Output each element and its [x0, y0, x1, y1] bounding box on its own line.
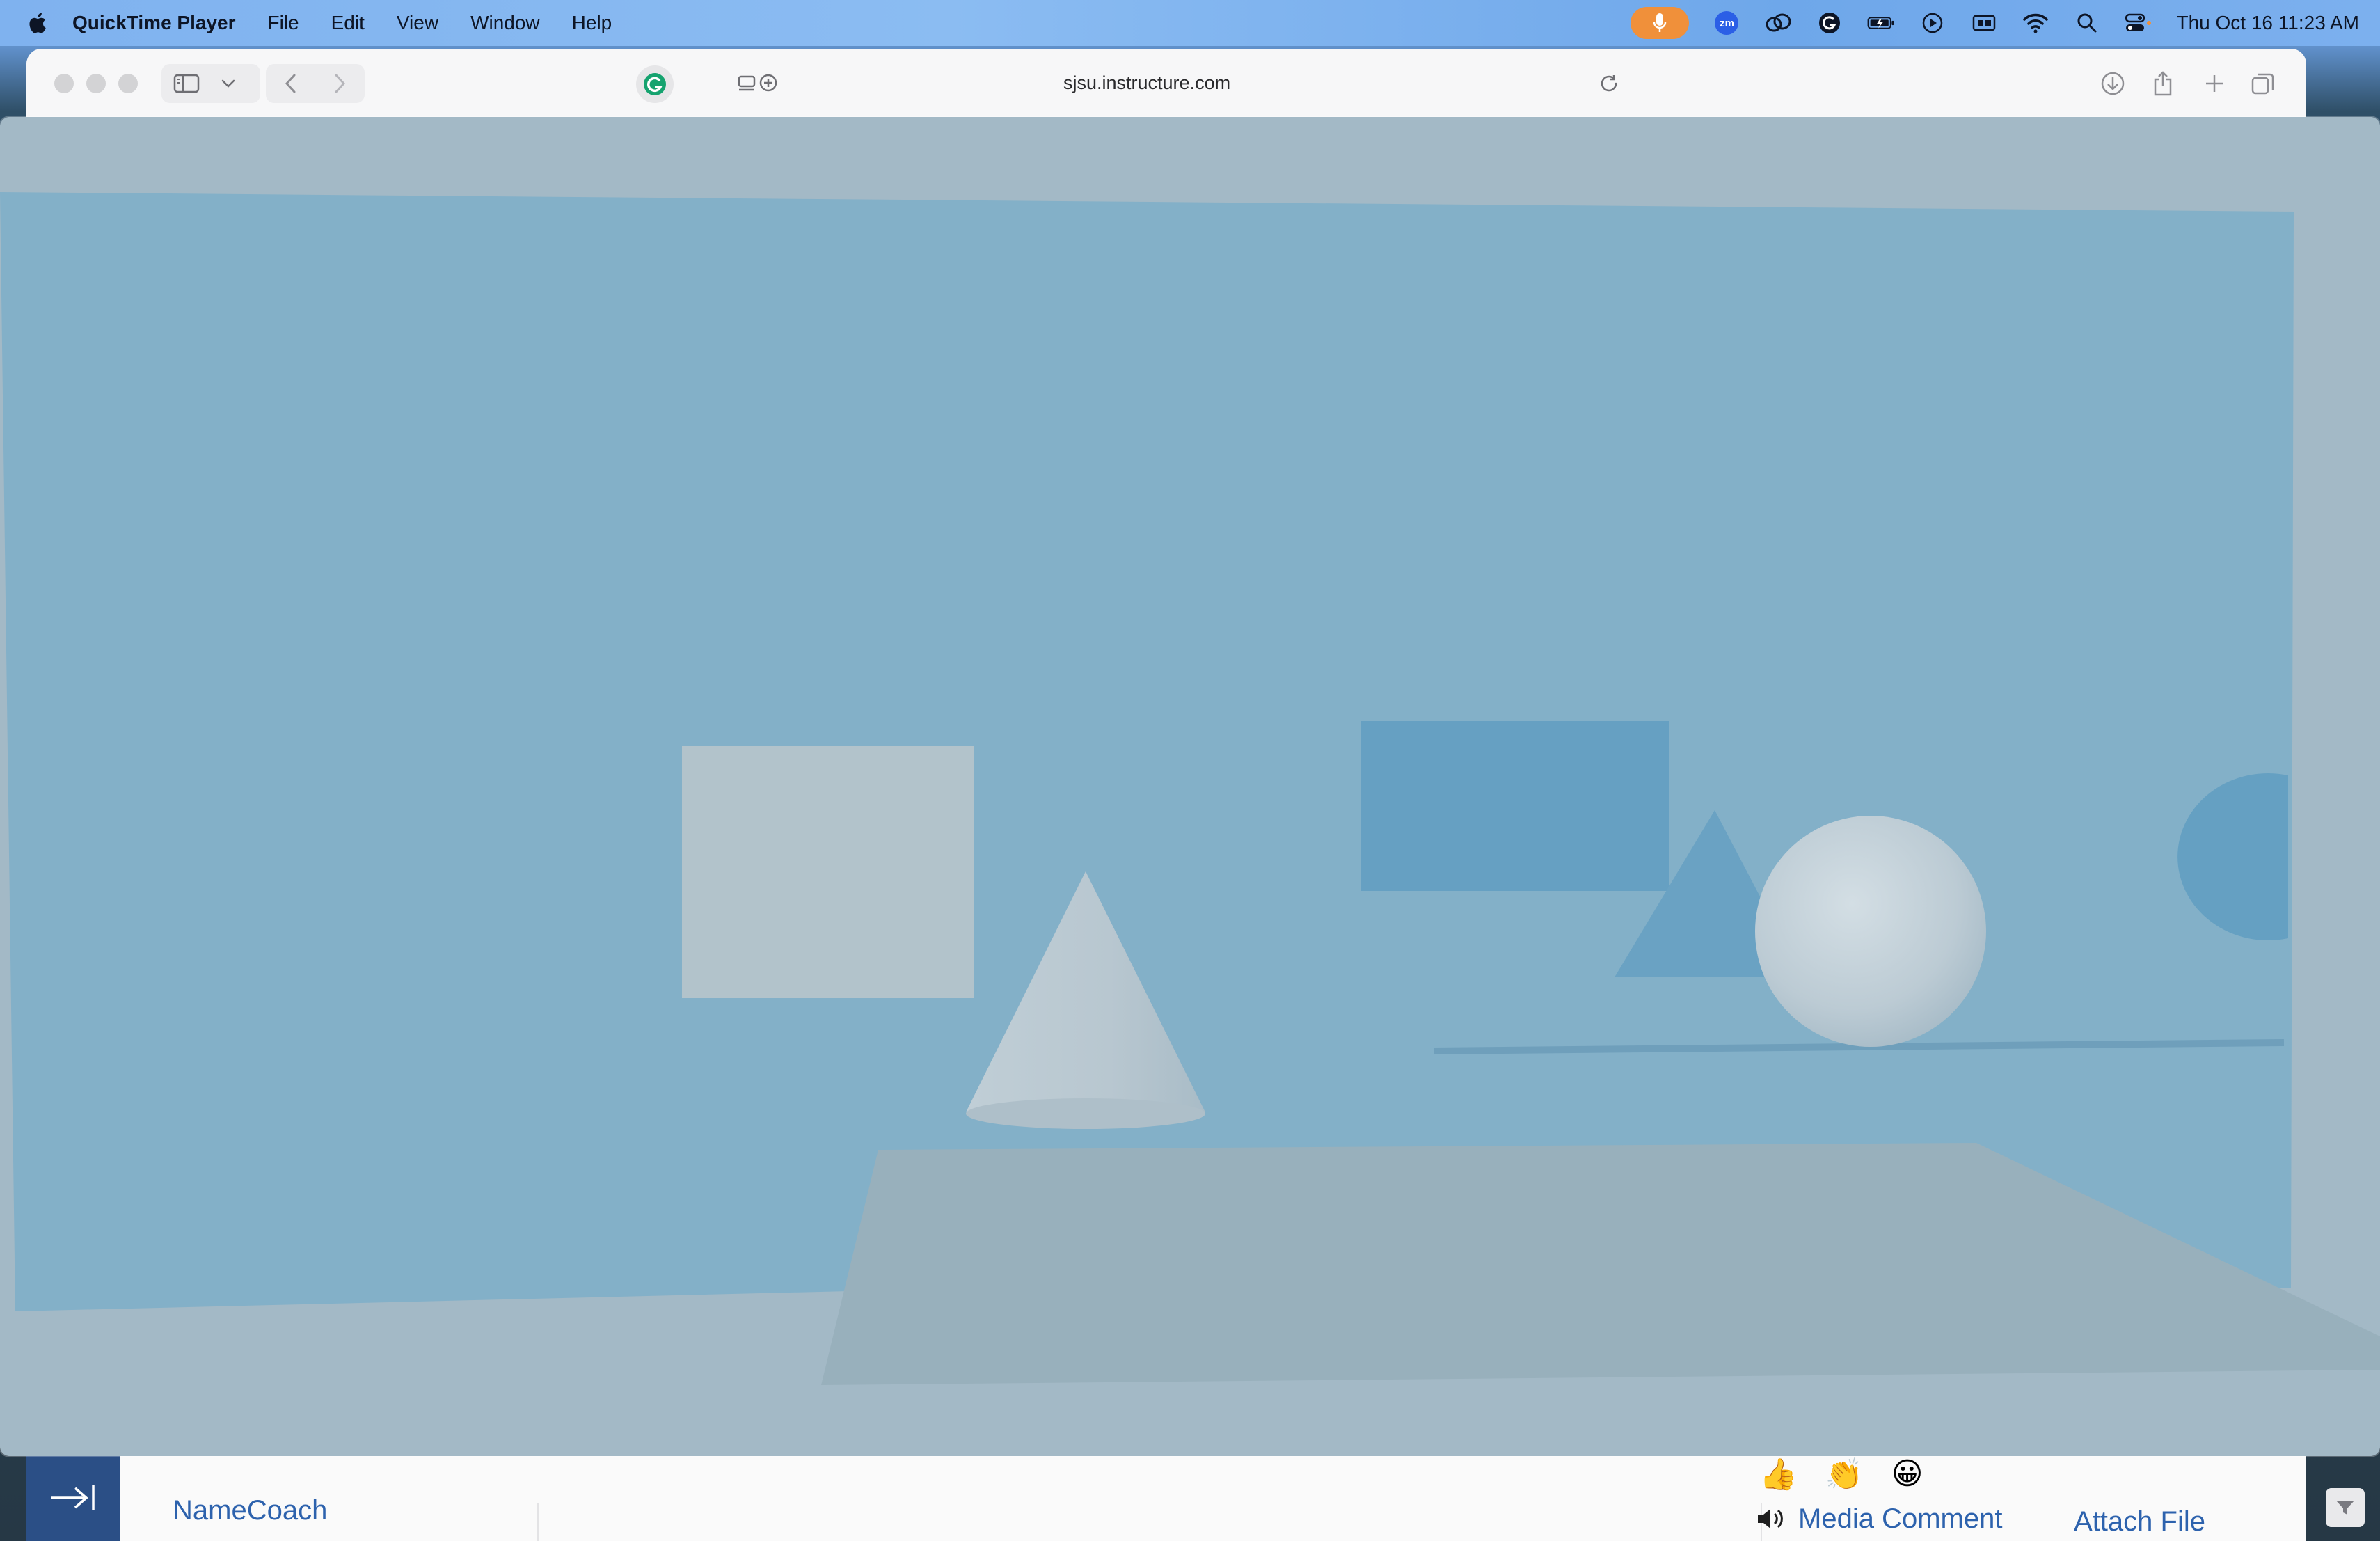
forward-icon[interactable] [326, 71, 354, 96]
browser-toolbar: sjsu.instructure.com [26, 49, 2306, 119]
zoom-icon[interactable]: zm [1713, 9, 1740, 37]
speaker-icon [1755, 1506, 1786, 1535]
square-shape [682, 746, 974, 998]
status-area: zm Thu Oct 16 11:23 AM [1631, 0, 2359, 46]
grammarly-icon[interactable] [1816, 9, 1843, 37]
filter-icon [2336, 1501, 2354, 1515]
control-center-icon[interactable] [2125, 9, 2152, 37]
chevron-down-icon[interactable] [214, 74, 242, 93]
search-icon[interactable] [2073, 9, 2101, 37]
display-icon[interactable] [1970, 9, 1998, 37]
app-menu-quicktime[interactable]: QuickTime Player [72, 12, 236, 34]
back-icon[interactable] [277, 71, 305, 96]
column-divider [537, 1503, 539, 1541]
clap-reaction[interactable]: 👏 [1825, 1456, 1864, 1492]
battery-charging-icon[interactable] [1867, 9, 1895, 37]
collapse-right-icon [51, 1485, 95, 1510]
close-window-button[interactable] [54, 74, 74, 93]
rectangle-shape [1361, 721, 1669, 891]
play-circle-icon[interactable] [1919, 9, 1946, 37]
apple-logo-icon[interactable] [26, 11, 47, 35]
grammarly-icon[interactable] [636, 65, 674, 103]
reader-icon[interactable] [733, 71, 786, 96]
menu-view[interactable]: View [397, 12, 438, 34]
tab-overview-icon[interactable] [2248, 70, 2278, 97]
wifi-icon[interactable] [2022, 9, 2049, 37]
menu-file[interactable]: File [268, 12, 299, 34]
microphone-icon[interactable] [1631, 7, 1690, 39]
creative-cloud-icon[interactable] [1764, 9, 1792, 37]
sidebar-icon[interactable] [173, 71, 200, 96]
zoom-window-button[interactable] [118, 74, 138, 93]
cone-base [966, 1098, 1205, 1129]
share-icon[interactable] [2148, 68, 2178, 99]
menu-window[interactable]: Window [470, 12, 540, 34]
reaction-row: 👍 👏 😀 [1759, 1456, 1923, 1492]
thumbs-up-reaction[interactable]: 👍 [1759, 1456, 1798, 1492]
media-comment-link[interactable]: Media Comment [1798, 1503, 2002, 1535]
attach-file-link[interactable]: Attach File [2074, 1506, 2205, 1538]
menu-bar: QuickTime Player File Edit View Window H… [0, 0, 2380, 46]
new-tab-icon[interactable] [2199, 70, 2230, 97]
menu-edit[interactable]: Edit [331, 12, 365, 34]
video-frame [0, 117, 2380, 1456]
menu-bar-clock[interactable]: Thu Oct 16 11:23 AM [2176, 12, 2359, 34]
smile-reaction[interactable]: 😀 [1891, 1456, 1923, 1492]
minimize-window-button[interactable] [86, 74, 106, 93]
sphere-shape [1755, 816, 1986, 1047]
address-bar[interactable]: sjsu.instructure.com [1063, 72, 1230, 94]
filter-button[interactable] [2326, 1488, 2365, 1527]
collapse-sidebar-button[interactable] [26, 1455, 120, 1541]
menu-help[interactable]: Help [572, 12, 612, 34]
reload-icon[interactable] [1595, 71, 1623, 96]
namecoach-link[interactable]: NameCoach [173, 1495, 327, 1526]
download-icon[interactable] [2097, 70, 2128, 97]
video-player[interactable] [0, 117, 2380, 1456]
